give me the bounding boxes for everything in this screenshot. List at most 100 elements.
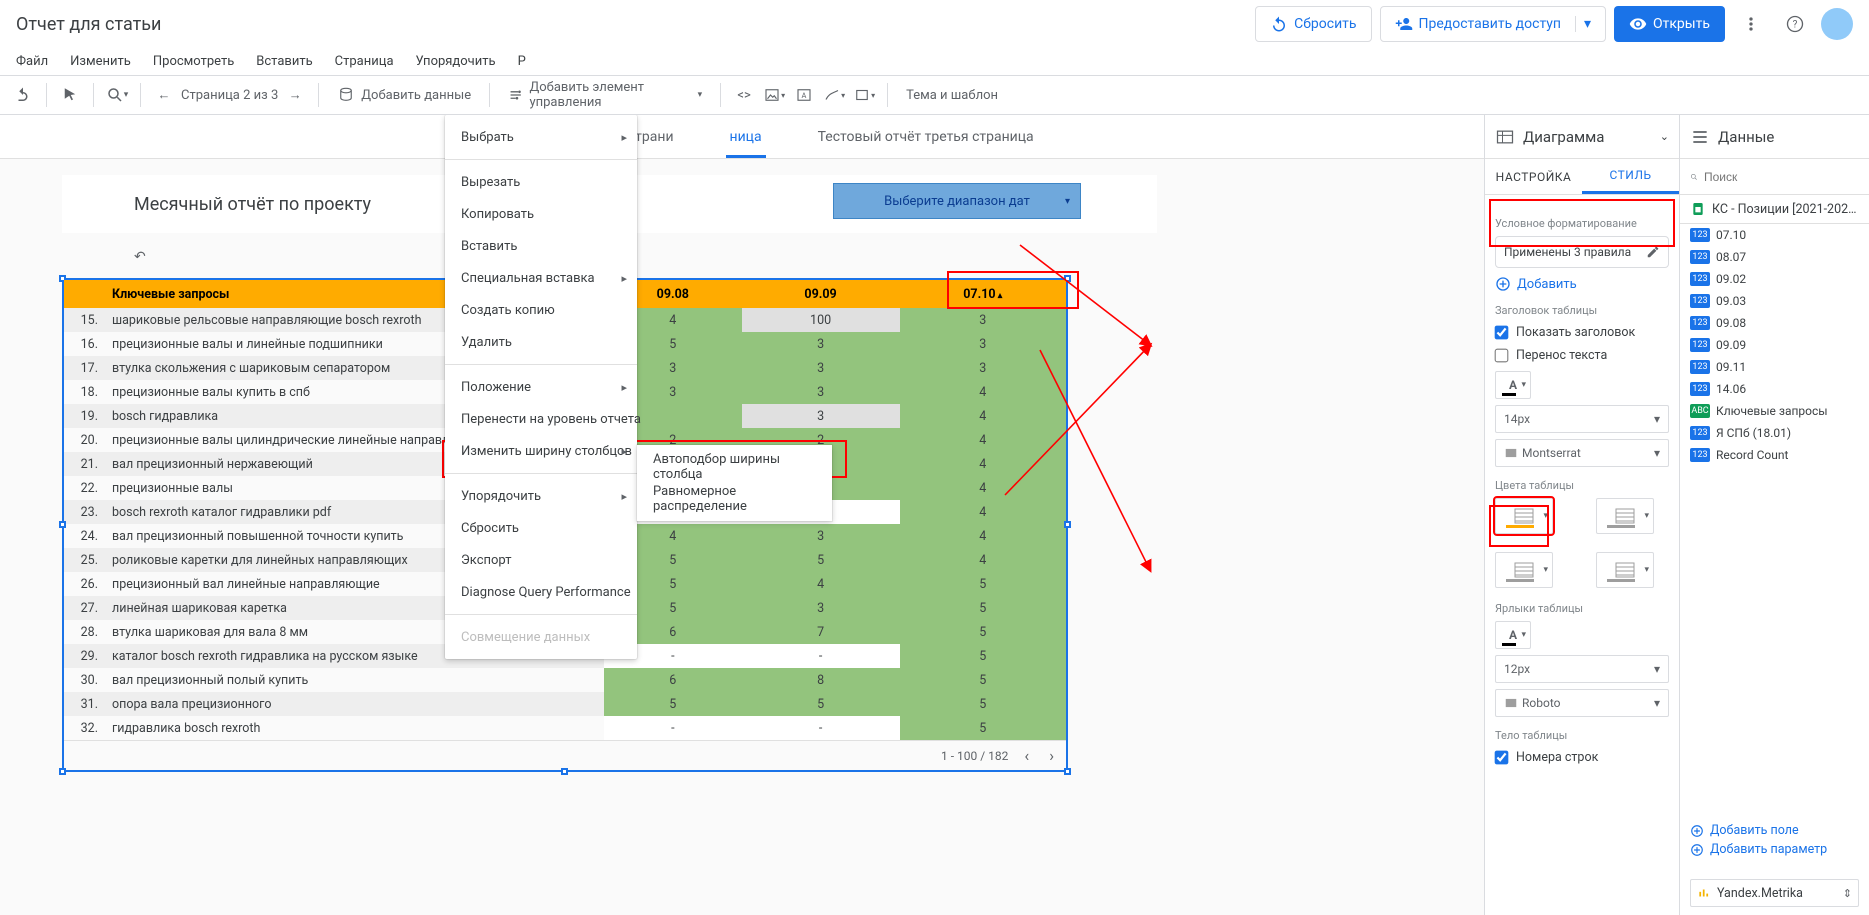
help-button[interactable]: ? bbox=[1777, 6, 1813, 42]
image-button[interactable]: ▾ bbox=[761, 82, 787, 108]
share-dropdown-icon[interactable]: ▾ bbox=[1575, 16, 1591, 32]
more-options-button[interactable] bbox=[1733, 6, 1769, 42]
tab-setup[interactable]: НАСТРОЙКА bbox=[1485, 159, 1582, 194]
ctx-subitem[interactable]: Равномерное распределение bbox=[637, 483, 832, 515]
yandex-metrika-source[interactable]: Yandex.Metrika ⇕ bbox=[1690, 879, 1859, 907]
ctx-item[interactable]: Копировать bbox=[445, 198, 637, 230]
search-input[interactable] bbox=[1704, 170, 1859, 184]
menu-page[interactable]: Страница bbox=[335, 54, 394, 69]
date-range-selector[interactable]: Выберите диапазон дат bbox=[833, 183, 1081, 219]
show-header-checkbox[interactable]: Показать заголовок bbox=[1495, 325, 1669, 340]
chevron-down-icon[interactable]: ⌄ bbox=[1660, 130, 1669, 143]
ctx-item[interactable]: Сбросить bbox=[445, 512, 637, 544]
ctx-item[interactable]: Вставить bbox=[445, 230, 637, 262]
page-tab-3[interactable]: Тестовый отчёт третья страница bbox=[814, 129, 1038, 158]
data-field[interactable]: 12307.10 bbox=[1680, 224, 1869, 246]
ctx-item[interactable]: Выбрать bbox=[445, 121, 637, 153]
open-button[interactable]: Открыть bbox=[1614, 6, 1725, 42]
context-submenu[interactable]: Автоподбор ширины столбцаРавномерное рас… bbox=[637, 445, 832, 521]
pager-prev[interactable]: ‹ bbox=[1020, 746, 1033, 765]
field-search[interactable] bbox=[1680, 159, 1869, 195]
context-menu[interactable]: Выбрать ВырезатьКопироватьВставитьСпециал… bbox=[445, 115, 637, 659]
style-header[interactable]: Диаграмма ⌄ bbox=[1485, 115, 1679, 159]
tab-style[interactable]: СТИЛЬ bbox=[1582, 159, 1679, 194]
data-field[interactable]: 123Record Count bbox=[1680, 444, 1869, 466]
user-avatar[interactable] bbox=[1821, 8, 1853, 40]
zoom-button[interactable]: ▾ bbox=[104, 82, 130, 108]
ctx-item[interactable]: Положение bbox=[445, 371, 637, 403]
canvas[interactable]: Тестовый отчёт титульная страни ница Тес… bbox=[0, 115, 1484, 915]
col-header-0710[interactable]: 07.10 bbox=[900, 280, 1066, 308]
reset-button[interactable]: Сбросить bbox=[1255, 6, 1371, 42]
row-value: 4 bbox=[900, 524, 1066, 548]
data-field[interactable]: 123Я СПб (18.01) bbox=[1680, 422, 1869, 444]
row-font-family[interactable]: Roboto▾ bbox=[1495, 689, 1669, 717]
table-row-color-2[interactable] bbox=[1495, 552, 1553, 588]
embed-button[interactable]: <> bbox=[731, 82, 757, 108]
menu-file[interactable]: Файл bbox=[16, 54, 48, 69]
data-field[interactable]: 12309.08 bbox=[1680, 312, 1869, 334]
wrap-text-checkbox[interactable]: Перенос текста bbox=[1495, 348, 1669, 363]
ctx-subitem[interactable]: Автоподбор ширины столбца bbox=[637, 451, 832, 483]
table-row-color-1[interactable] bbox=[1596, 498, 1654, 534]
menubar: Файл Изменить Просмотреть Вставить Стран… bbox=[0, 48, 1869, 75]
menu-insert[interactable]: Вставить bbox=[256, 54, 312, 69]
data-field[interactable]: 12309.11 bbox=[1680, 356, 1869, 378]
row-index: 17. bbox=[64, 356, 104, 380]
data-field[interactable]: 12309.09 bbox=[1680, 334, 1869, 356]
data-field[interactable]: 12314.06 bbox=[1680, 378, 1869, 400]
prev-page-button[interactable]: ← bbox=[151, 82, 177, 108]
add-param-link[interactable]: Добавить параметр bbox=[1690, 842, 1859, 857]
page-tab-2[interactable]: ница bbox=[726, 129, 766, 158]
add-data-button[interactable]: Добавить данные bbox=[329, 81, 479, 109]
menu-view[interactable]: Просмотреть bbox=[153, 54, 234, 69]
header-font-size[interactable]: 14px▾ bbox=[1495, 405, 1669, 433]
header-font-color[interactable]: A bbox=[1495, 371, 1531, 399]
add-field-link[interactable]: Добавить поле bbox=[1690, 823, 1859, 838]
add-control-button[interactable]: Добавить элемент управления ▾ bbox=[500, 81, 710, 109]
ctx-item[interactable]: Специальная вставка bbox=[445, 262, 637, 294]
row-value: 3 bbox=[900, 356, 1066, 380]
shape-button[interactable]: ▾ bbox=[851, 82, 877, 108]
cond-fmt-rules[interactable]: Применены 3 правила bbox=[1495, 236, 1669, 268]
data-field[interactable]: 12309.02 bbox=[1680, 268, 1869, 290]
ctx-item[interactable]: Создать копию bbox=[445, 294, 637, 326]
table-header-color[interactable] bbox=[1495, 498, 1553, 534]
cond-fmt-add[interactable]: Добавить bbox=[1495, 276, 1669, 292]
ctx-item[interactable]: Удалить bbox=[445, 326, 637, 358]
ctx-item[interactable]: Diagnose Query Performance bbox=[445, 576, 637, 608]
row-value: 3 bbox=[742, 404, 900, 428]
data-field[interactable]: 12308.07 bbox=[1680, 246, 1869, 268]
data-source-name[interactable]: КС - Позиции [2021-2022] - Y [Спб-... bbox=[1680, 195, 1869, 224]
data-header[interactable]: Данные bbox=[1680, 115, 1869, 159]
share-button[interactable]: Предоставить доступ ▾ bbox=[1380, 6, 1606, 42]
row-numbers-checkbox[interactable]: Номера строк bbox=[1495, 750, 1669, 765]
next-page-button[interactable]: → bbox=[282, 82, 308, 108]
undo-button[interactable] bbox=[10, 82, 36, 108]
data-field[interactable]: ABCКлючевые запросы bbox=[1680, 400, 1869, 422]
line-button[interactable]: ▾ bbox=[821, 82, 847, 108]
table-border-color[interactable] bbox=[1596, 552, 1654, 588]
ctx-item[interactable]: Вырезать bbox=[445, 166, 637, 198]
data-field[interactable]: 12309.03 bbox=[1680, 290, 1869, 312]
component-undo-button[interactable]: ↶ bbox=[134, 249, 146, 265]
menu-resource[interactable]: Р bbox=[518, 54, 526, 69]
ctx-item[interactable]: Упорядочить bbox=[445, 480, 637, 512]
menu-arrange[interactable]: Упорядочить bbox=[416, 54, 496, 69]
table-row[interactable]: 32.гидравлика bosch rexroth--5 bbox=[64, 716, 1066, 740]
page-indicator: Страница 2 из 3 bbox=[181, 88, 278, 103]
theme-layout-button[interactable]: Тема и шаблон bbox=[898, 81, 1006, 109]
header-font-family[interactable]: Montserrat▾ bbox=[1495, 439, 1669, 467]
table-row[interactable]: 30.вал прецизионный полый купить685 bbox=[64, 668, 1066, 692]
ctx-item[interactable]: Изменить ширину столбцов bbox=[445, 435, 637, 467]
selection-tool-button[interactable] bbox=[57, 82, 83, 108]
menu-edit[interactable]: Изменить bbox=[70, 54, 131, 69]
row-font-color[interactable]: A bbox=[1495, 621, 1531, 649]
row-font-size[interactable]: 12px▾ bbox=[1495, 655, 1669, 683]
text-button[interactable]: A bbox=[791, 82, 817, 108]
col-header-0909[interactable]: 09.09 bbox=[742, 280, 900, 308]
pager-next[interactable]: › bbox=[1045, 746, 1058, 765]
ctx-item[interactable]: Перенести на уровень отчета bbox=[445, 403, 637, 435]
table-row[interactable]: 31.опора вала прецизионного555 bbox=[64, 692, 1066, 716]
ctx-item[interactable]: Экспорт bbox=[445, 544, 637, 576]
